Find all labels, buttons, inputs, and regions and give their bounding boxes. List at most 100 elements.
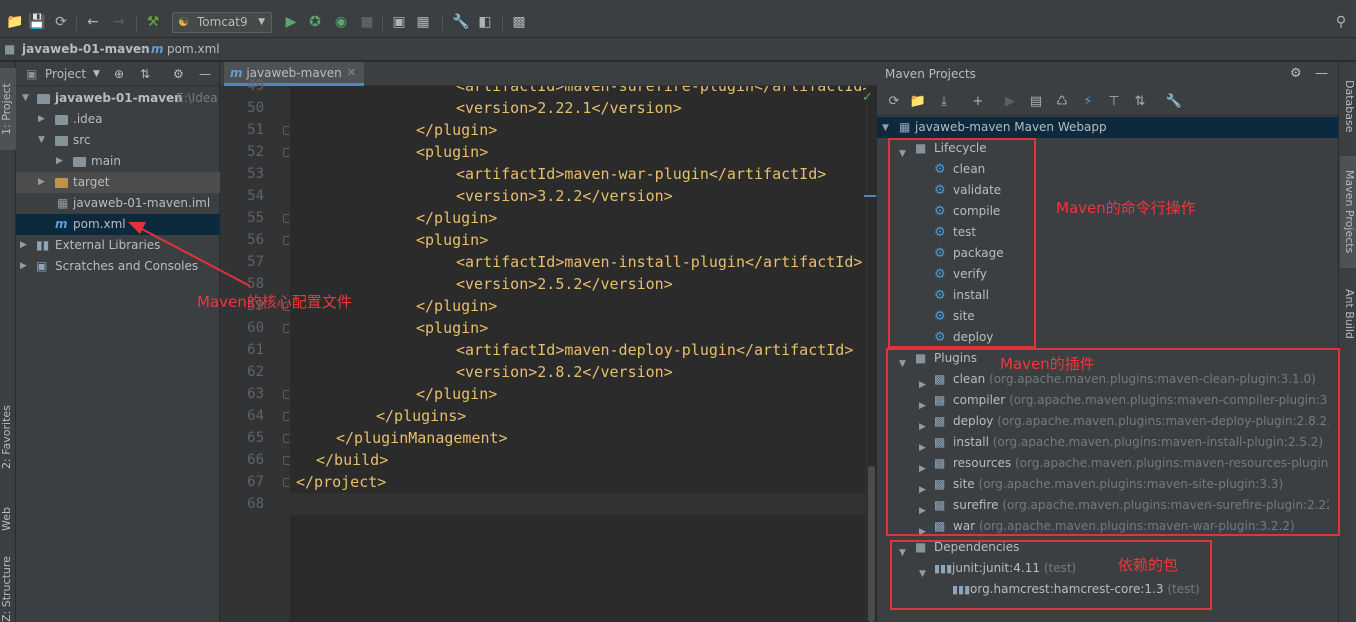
save-icon[interactable]: 💾 <box>28 13 46 31</box>
tab-database[interactable]: Database <box>1340 68 1356 144</box>
expanded-arrow-icon: ▼ <box>22 93 29 103</box>
open-folder-icon[interactable]: 📁 <box>6 13 24 31</box>
code-line: <version>2.5.2</version> <box>456 275 673 293</box>
line-number: 51 <box>247 122 264 138</box>
run-icon[interactable]: ▶ <box>282 13 300 31</box>
show-dependencies-icon[interactable]: ⊤ <box>1105 93 1123 111</box>
structure-icon[interactable]: ▦ <box>414 13 432 31</box>
tab-web[interactable]: Web <box>0 494 16 544</box>
lifecycle-highlight-box <box>888 138 1036 348</box>
tab-maven-projects[interactable]: Maven Projects <box>1340 156 1356 268</box>
tree-item-path: E:\Idea <box>176 91 218 105</box>
editor-scrollbar[interactable] <box>866 86 877 622</box>
hide-icon[interactable]: — <box>1315 66 1328 81</box>
library-icon: ▮▮ <box>36 238 50 252</box>
annotation-arrow <box>128 222 251 287</box>
generate-sources-icon[interactable]: 📁 <box>909 93 927 111</box>
maven-panel-title: Maven Projects <box>885 67 976 81</box>
code-line: </plugin> <box>416 121 498 139</box>
reimport-icon[interactable]: ⟳ <box>885 93 903 111</box>
line-number: 67 <box>247 474 264 490</box>
chevron-down-icon[interactable]: ▼ <box>93 66 100 82</box>
stop-icon[interactable]: ■ <box>358 13 376 31</box>
tree-item-main[interactable]: ▶ main <box>16 151 220 172</box>
vcs-icon[interactable]: ▩ <box>510 13 528 31</box>
download-icon[interactable]: ⤓ <box>935 93 953 111</box>
tomcat-icon: ☯ <box>178 15 189 29</box>
code-line: <version>2.22.1</version> <box>456 99 682 117</box>
close-icon[interactable]: ✕ <box>347 62 356 84</box>
tree-item-label: src <box>73 133 91 147</box>
toggle-offline-icon[interactable]: ♺ <box>1053 93 1071 111</box>
tree-item-project-root[interactable]: ▼ javaweb-01-maven E:\Idea <box>16 88 220 109</box>
scrollbar-thumb[interactable] <box>868 466 875 622</box>
maven-project-label: javaweb-maven Maven Webapp <box>915 120 1107 134</box>
project-structure-icon[interactable]: ◧ <box>476 13 494 31</box>
code-line: <artifactId>maven-deploy-plugin</artifac… <box>456 341 854 359</box>
settings-wrench-icon[interactable]: 🔧 <box>452 13 470 31</box>
skip-tests-icon[interactable]: ⚡ <box>1079 93 1097 111</box>
tree-item-label: .idea <box>73 112 103 126</box>
chevron-down-icon: ▼ <box>258 17 265 27</box>
project-panel-header: ▣ Project ▼ ⊕ ⇅ ⚙ — <box>16 62 220 86</box>
code-line: </plugins> <box>376 407 467 425</box>
inspection-ok-icon: ✓ <box>862 90 873 105</box>
run-icon[interactable]: ▶ <box>1001 93 1019 111</box>
code-line: <artifactId>maven-install-plugin</artifa… <box>456 253 863 271</box>
code-line: </plugin> <box>416 385 498 403</box>
code-line: <plugin> <box>416 231 489 249</box>
dependencies-highlight-box <box>890 540 1212 610</box>
settings-wrench-icon[interactable]: 🔧 <box>1165 93 1183 111</box>
debug-icon[interactable]: ✪ <box>306 13 324 31</box>
line-number: 54 <box>247 188 264 204</box>
tree-item-src[interactable]: ▼ src <box>16 130 220 151</box>
gear-icon[interactable]: ⚙ <box>173 66 184 82</box>
folder-icon <box>55 115 68 125</box>
locate-icon[interactable]: ⊕ <box>114 66 124 82</box>
line-number: 53 <box>247 166 264 182</box>
code-editor[interactable]: <artifactId>maven-surefire-plugin</artif… <box>290 86 866 622</box>
sdk-icon[interactable]: ▣ <box>390 13 408 31</box>
tree-item-label: target <box>73 175 110 189</box>
forward-icon[interactable]: → <box>110 13 128 31</box>
tab-ant-build[interactable]: Ant Build <box>1340 278 1356 350</box>
breadcrumb-file[interactable]: pom.xml <box>167 41 220 57</box>
line-number: 68 <box>247 496 264 512</box>
maven-module-icon: ▦ <box>899 120 911 134</box>
line-number: 63 <box>247 386 264 402</box>
sync-icon[interactable]: ⟳ <box>52 13 70 31</box>
search-icon[interactable]: ⚲ <box>1332 13 1350 31</box>
folder-icon <box>55 136 68 146</box>
tab-favorites[interactable]: 2: Favorites <box>0 397 16 477</box>
project-panel: ▣ Project ▼ ⊕ ⇅ ⚙ — ▼ javaweb-01-maven E… <box>16 62 220 622</box>
line-number: 49 <box>247 78 264 94</box>
iml-file-icon: ▦ <box>57 196 69 210</box>
tab-structure[interactable]: Z: Structure <box>0 556 16 622</box>
project-view-select[interactable]: Project <box>45 66 86 82</box>
collapse-icon[interactable]: ⇅ <box>140 66 150 82</box>
tree-item-target[interactable]: ▶ target <box>16 172 220 193</box>
folder-icon <box>73 157 86 167</box>
gear-icon[interactable]: ⚙ <box>1290 66 1302 81</box>
collapse-all-icon[interactable]: ⇅ <box>1131 93 1149 111</box>
tab-project[interactable]: 1: Project <box>0 68 16 150</box>
hide-icon[interactable]: — <box>199 66 211 82</box>
execute-goal-icon[interactable]: ▤ <box>1027 93 1045 111</box>
tree-item-label: main <box>91 154 121 168</box>
code-line: </plugin> <box>416 209 498 227</box>
coverage-icon[interactable]: ◉ <box>332 13 350 31</box>
current-line-highlight <box>290 493 866 515</box>
add-icon[interactable]: + <box>969 93 987 111</box>
line-number: 61 <box>247 342 264 358</box>
breadcrumb-project[interactable]: javaweb-01-maven <box>22 41 150 57</box>
run-config-select[interactable]: ☯ Tomcat9 ▼ <box>172 12 272 33</box>
project-view-icon: ▣ <box>26 67 38 81</box>
line-number: 66 <box>247 452 264 468</box>
breadcrumb-separator: › <box>140 42 145 56</box>
build-hammer-icon[interactable]: ⚒ <box>144 13 162 31</box>
line-number: 52 <box>247 144 264 160</box>
back-icon[interactable]: ← <box>84 13 102 31</box>
maven-project-row[interactable]: ▼ ▦ javaweb-maven Maven Webapp <box>877 117 1338 138</box>
tree-item-idea[interactable]: ▶ .idea <box>16 109 220 130</box>
editor-tab-bar: m javaweb-maven ✕ <box>220 62 877 86</box>
